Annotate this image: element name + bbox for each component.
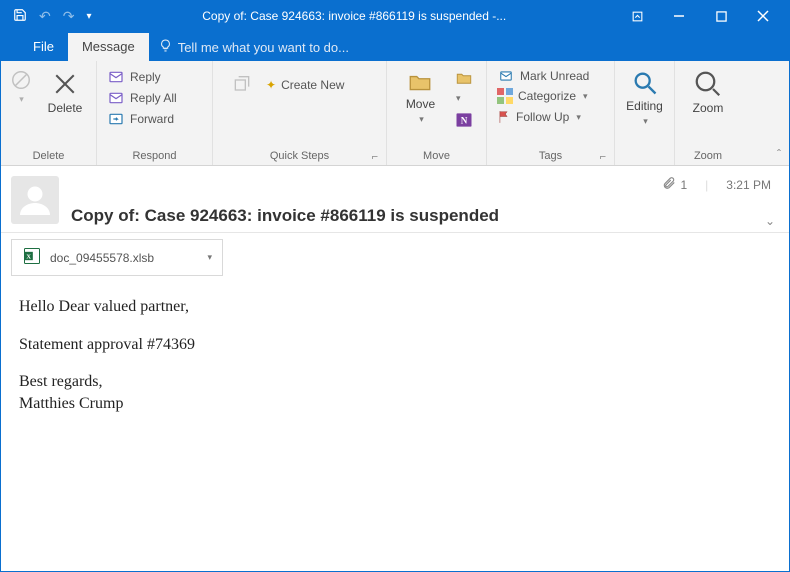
group-respond: Reply Reply All Forward Respond	[97, 61, 213, 165]
move-button[interactable]: Move ▾	[393, 65, 448, 129]
follow-up-label: Follow Up	[516, 110, 569, 124]
svg-text:N: N	[461, 115, 468, 125]
message-header: Copy of: Case 924663: invoice #866119 is…	[1, 166, 789, 233]
maximize-button[interactable]	[701, 2, 741, 30]
group-delete-label: Delete	[7, 148, 90, 163]
ribbon-collapse-icon[interactable]: ˆ	[777, 147, 781, 161]
save-icon[interactable]	[13, 8, 27, 25]
delete-label: Delete	[48, 102, 83, 115]
create-new-label: Create New	[281, 78, 344, 92]
ribbon-tabs: File Message Tell me what you want to do…	[1, 31, 789, 61]
sparkle-icon: ✦	[266, 78, 276, 92]
ribbon: ▾ Delete Delete Reply Reply All	[1, 61, 789, 166]
expand-header-icon[interactable]: ⌄	[765, 214, 775, 228]
minimize-button[interactable]	[659, 2, 699, 30]
body-line-3: Best regards,	[19, 371, 771, 393]
chevron-down-icon: ▾	[643, 116, 648, 127]
reply-label: Reply	[130, 70, 161, 84]
svg-text:X: X	[26, 254, 31, 261]
attachment-count: 1	[680, 178, 687, 192]
reply-button[interactable]: Reply	[103, 67, 193, 87]
redo-icon: ↷	[63, 8, 75, 25]
attachment-name: doc_09455578.xlsb	[50, 251, 154, 265]
group-quicksteps-label: Quick Steps	[219, 148, 380, 163]
message-body: Hello Dear valued partner, Statement app…	[1, 286, 789, 424]
categorize-label: Categorize	[518, 89, 576, 103]
group-quick-steps: ✦ Create New Quick Steps ⌐	[213, 61, 387, 165]
editing-button[interactable]: Editing ▾	[621, 65, 668, 131]
lightbulb-icon	[159, 39, 172, 55]
body-line-2: Statement approval #74369	[19, 334, 771, 356]
tell-me-search[interactable]: Tell me what you want to do...	[149, 33, 359, 61]
dialog-launcher-icon[interactable]: ⌐	[600, 151, 606, 163]
paperclip-icon	[662, 176, 676, 193]
window-controls	[617, 2, 783, 30]
quick-step-icon-button[interactable]	[228, 73, 256, 97]
move-label: Move	[406, 98, 435, 111]
body-line-1: Hello Dear valued partner,	[19, 296, 771, 318]
mark-unread-button[interactable]: Mark Unread	[493, 67, 593, 85]
quick-access-toolbar: ↶ ↷ ▾	[7, 8, 92, 25]
title-bar: ↶ ↷ ▾ Copy of: Case 924663: invoice #866…	[1, 1, 789, 31]
group-respond-label: Respond	[103, 148, 206, 163]
dialog-launcher-icon[interactable]: ⌐	[372, 151, 378, 163]
onenote-icon[interactable]: N	[454, 110, 480, 133]
delete-button[interactable]: Delete	[40, 65, 90, 119]
follow-up-button[interactable]: Follow Up ▾	[493, 107, 593, 127]
message-subject: Copy of: Case 924663: invoice #866119 is…	[71, 206, 775, 226]
attachment-chip[interactable]: X doc_09455578.xlsb ▾	[11, 239, 223, 276]
mark-unread-label: Mark Unread	[520, 69, 589, 83]
chevron-down-icon: ▾	[419, 114, 424, 125]
close-button[interactable]	[743, 2, 783, 30]
group-delete: ▾ Delete Delete	[1, 61, 97, 165]
group-editing-label	[621, 160, 668, 163]
categorize-button[interactable]: Categorize ▾	[493, 86, 593, 106]
group-tags-label: Tags	[493, 148, 608, 163]
body-line-4: Matthies Crump	[19, 393, 771, 415]
reply-all-button[interactable]: Reply All	[103, 88, 193, 108]
rules-icon[interactable]: ▾	[454, 69, 480, 104]
zoom-label: Zoom	[693, 102, 724, 115]
forward-button[interactable]: Forward	[103, 109, 193, 129]
zoom-button[interactable]: Zoom	[681, 65, 735, 119]
ribbon-collapse-button[interactable]	[617, 2, 657, 30]
reply-all-label: Reply All	[130, 91, 177, 105]
tell-me-label: Tell me what you want to do...	[178, 40, 349, 55]
message-time: 3:21 PM	[726, 178, 771, 192]
group-tags: Mark Unread Categorize ▾ Follow Up ▾ Tag…	[487, 61, 615, 165]
ignore-button[interactable]: ▾	[7, 65, 34, 109]
excel-icon: X	[22, 246, 42, 269]
editing-label: Editing	[626, 100, 663, 113]
group-zoom: Zoom Zoom	[675, 61, 741, 165]
chevron-down-icon[interactable]: ▾	[207, 252, 212, 263]
attachments-area: X doc_09455578.xlsb ▾	[1, 233, 789, 286]
group-editing: Editing ▾	[615, 61, 675, 165]
forward-label: Forward	[130, 112, 174, 126]
create-new-quickstep[interactable]: ✦ Create New	[262, 76, 348, 94]
group-move: Move ▾ ▾ N Move	[387, 61, 487, 165]
undo-icon: ↶	[39, 8, 51, 25]
chevron-down-icon: ▾	[576, 112, 581, 123]
avatar	[11, 176, 59, 224]
window-title: Copy of: Case 924663: invoice #866119 is…	[92, 9, 618, 23]
chevron-down-icon: ▾	[583, 91, 588, 102]
group-move-label: Move	[393, 148, 480, 163]
group-zoom-label: Zoom	[681, 148, 735, 163]
tab-file[interactable]: File	[19, 33, 68, 61]
chevron-down-icon: ▾	[19, 94, 24, 105]
tab-message[interactable]: Message	[68, 33, 149, 61]
